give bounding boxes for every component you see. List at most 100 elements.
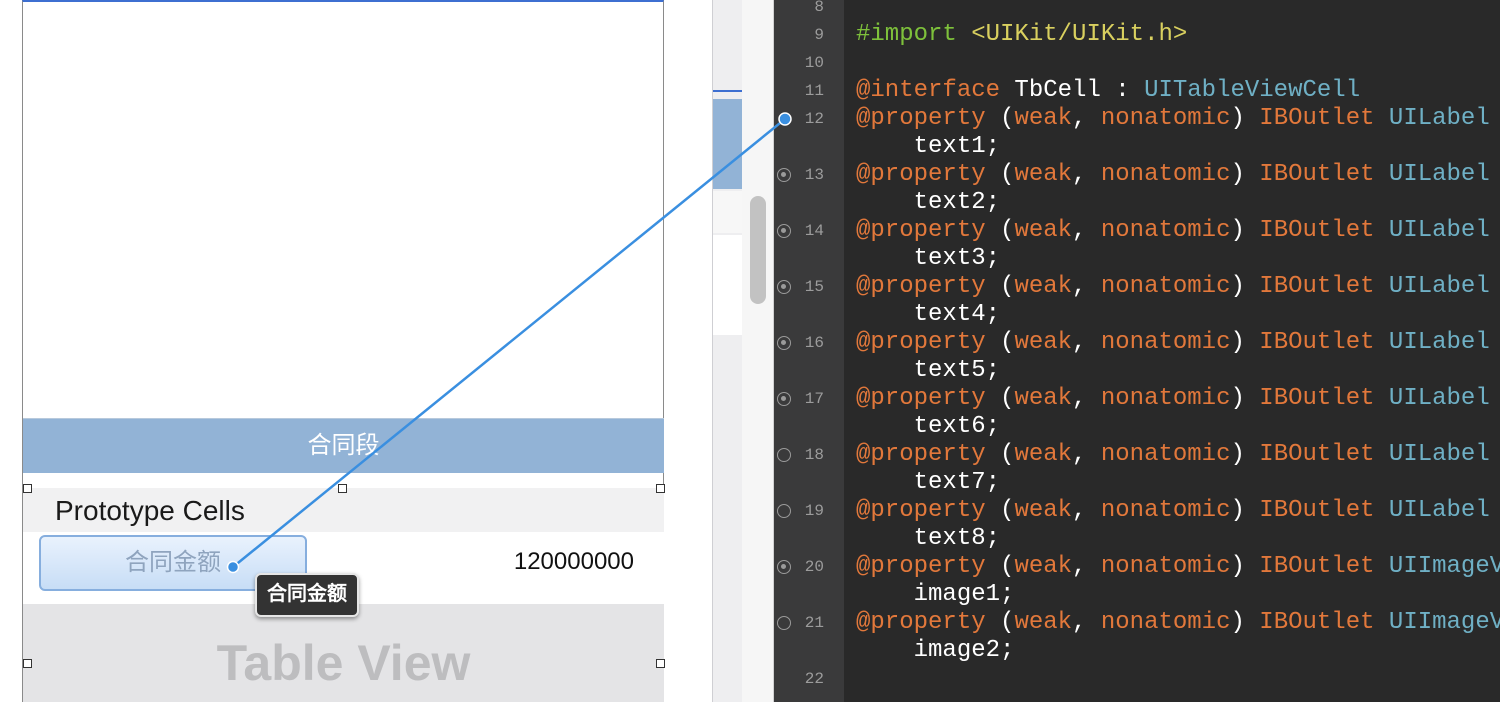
gutter-row: 15 <box>774 273 844 301</box>
code-token: text7; <box>856 469 1001 496</box>
code-token-kw-at: @property <box>856 329 986 356</box>
code-line[interactable]: @property (weak, nonatomic) IBOutlet UIL… <box>856 105 1500 133</box>
connected-outlet-icon[interactable] <box>777 168 791 182</box>
assistant-code-editor[interactable]: 8 9 10 11 12 13 14 15 16 17 18 19 20 21 22 #import <UI… <box>774 0 1500 702</box>
code-token: ) <box>1230 105 1260 132</box>
code-line[interactable] <box>856 49 1500 77</box>
line-number-gutter: 8 9 10 11 12 13 14 15 16 17 18 19 20 21 22 <box>774 0 844 702</box>
gutter-row <box>774 469 844 497</box>
code-line[interactable] <box>856 0 1500 21</box>
gutter-row: 9 <box>774 21 844 49</box>
vertical-scrollbar[interactable] <box>742 0 774 702</box>
gutter-row <box>774 133 844 161</box>
code-line[interactable]: text4; <box>856 301 1500 329</box>
unconnected-outlet-icon[interactable] <box>777 504 791 518</box>
code-token: ) <box>1230 385 1260 412</box>
cell-value-label[interactable]: 120000000 <box>514 548 634 576</box>
code-token-kw-at: nonatomic <box>1100 553 1231 580</box>
code-line[interactable]: text6; <box>856 413 1500 441</box>
resize-handle-top-center[interactable] <box>338 484 347 493</box>
line-number: 20 <box>804 558 824 576</box>
code-token-kw-type: UILabel <box>1388 329 1490 356</box>
gutter-row: 11 <box>774 77 844 105</box>
code-token-kw-at: nonatomic <box>1100 385 1231 412</box>
code-token: ) <box>1230 273 1260 300</box>
code-line[interactable]: text3; <box>856 245 1500 273</box>
table-view-body[interactable]: Table View <box>23 604 664 702</box>
code-token-kw-at: @property <box>856 497 986 524</box>
code-line[interactable]: @property (weak, nonatomic) IBOutlet UIL… <box>856 273 1500 301</box>
code-token-kw-at: weak <box>1014 609 1073 636</box>
gutter-row <box>774 525 844 553</box>
code-token-kw-at: nonatomic <box>1100 329 1231 356</box>
resize-handle-top-right[interactable] <box>656 484 665 493</box>
line-number: 14 <box>804 222 824 240</box>
line-number: 17 <box>804 390 824 408</box>
connected-outlet-icon[interactable] <box>777 336 791 350</box>
code-token-kw-at: IBOutlet <box>1259 497 1375 524</box>
code-token: , <box>1072 161 1101 188</box>
code-token-kw-type: UILabel <box>1388 273 1490 300</box>
code-line[interactable]: @property (weak, nonatomic) IBOutlet UIL… <box>856 217 1500 245</box>
code-token-kw-at: @interface <box>856 77 1001 104</box>
code-token: text3; <box>856 245 1001 272</box>
code-line[interactable]: @property (weak, nonatomic) IBOutlet UIL… <box>856 385 1500 413</box>
code-line[interactable] <box>856 665 1500 693</box>
code-line[interactable]: image1; <box>856 581 1500 609</box>
code-line[interactable]: @property (weak, nonatomic) IBOutlet UIL… <box>856 497 1500 525</box>
code-token-kw-at: nonatomic <box>1100 609 1231 636</box>
code-line[interactable]: @property (weak, nonatomic) IBOutlet UII… <box>856 609 1500 637</box>
code-token-kw-at: nonatomic <box>1100 105 1231 132</box>
line-number: 18 <box>804 446 824 464</box>
code-line[interactable]: @property (weak, nonatomic) IBOutlet UIL… <box>856 441 1500 469</box>
code-line[interactable]: text5; <box>856 357 1500 385</box>
resize-handle-bottom-right[interactable] <box>656 659 665 668</box>
connected-outlet-icon[interactable] <box>777 280 791 294</box>
code-line[interactable]: text7; <box>856 469 1500 497</box>
code-line[interactable]: #import <UIKit/UIKit.h> <box>856 21 1500 49</box>
resize-handle-top-left[interactable] <box>23 484 32 493</box>
gutter-row: 22 <box>774 665 844 693</box>
unconnected-outlet-icon[interactable] <box>777 448 791 462</box>
connected-outlet-icon[interactable] <box>777 224 791 238</box>
code-line[interactable]: text2; <box>856 189 1500 217</box>
code-token: , <box>1072 553 1101 580</box>
code-token-kw-at: @property <box>856 217 986 244</box>
code-line[interactable]: text8; <box>856 525 1500 553</box>
code-line[interactable]: @property (weak, nonatomic) IBOutlet UIL… <box>856 329 1500 357</box>
code-token: , <box>1072 609 1101 636</box>
connected-outlet-icon[interactable] <box>777 392 791 406</box>
code-line[interactable]: text1; <box>856 133 1500 161</box>
line-number: 10 <box>804 54 824 72</box>
section-header-label[interactable]: 合同段 <box>23 418 664 473</box>
code-line[interactable]: @property (weak, nonatomic) IBOutlet UII… <box>856 553 1500 581</box>
scrollbar-thumb[interactable] <box>750 196 766 304</box>
code-line[interactable]: @property (weak, nonatomic) IBOutlet UIL… <box>856 161 1500 189</box>
code-token-kw-at: IBOutlet <box>1259 273 1375 300</box>
code-token: , <box>1072 273 1101 300</box>
code-token: image2; <box>856 637 1015 664</box>
code-token: text2; <box>856 189 1001 216</box>
code-area[interactable]: #import <UIKit/UIKit.h> @interface TbCell… <box>856 0 1500 693</box>
code-line[interactable]: image2; <box>856 637 1500 665</box>
code-token-kw-at: weak <box>1014 497 1073 524</box>
unconnected-outlet-icon[interactable] <box>777 616 791 630</box>
code-token-kw-type: UITableViewCell <box>1144 77 1361 104</box>
code-token: , <box>1072 329 1101 356</box>
line-number: 12 <box>804 110 824 128</box>
code-line[interactable]: @interface TbCell : UITableViewCell <box>856 77 1500 105</box>
table-view-watermark: Table View <box>216 635 471 691</box>
line-number: 8 <box>814 0 824 16</box>
gutter-row: 8 <box>774 0 844 21</box>
connected-outlet-icon[interactable] <box>777 560 791 574</box>
code-token: ( <box>985 385 1015 412</box>
interface-builder-canvas: 合同段 Prototype Cells 合同金额 120000000 Table… <box>0 0 712 702</box>
line-number: 22 <box>804 670 824 688</box>
resize-handle-bottom-left[interactable] <box>23 659 32 668</box>
